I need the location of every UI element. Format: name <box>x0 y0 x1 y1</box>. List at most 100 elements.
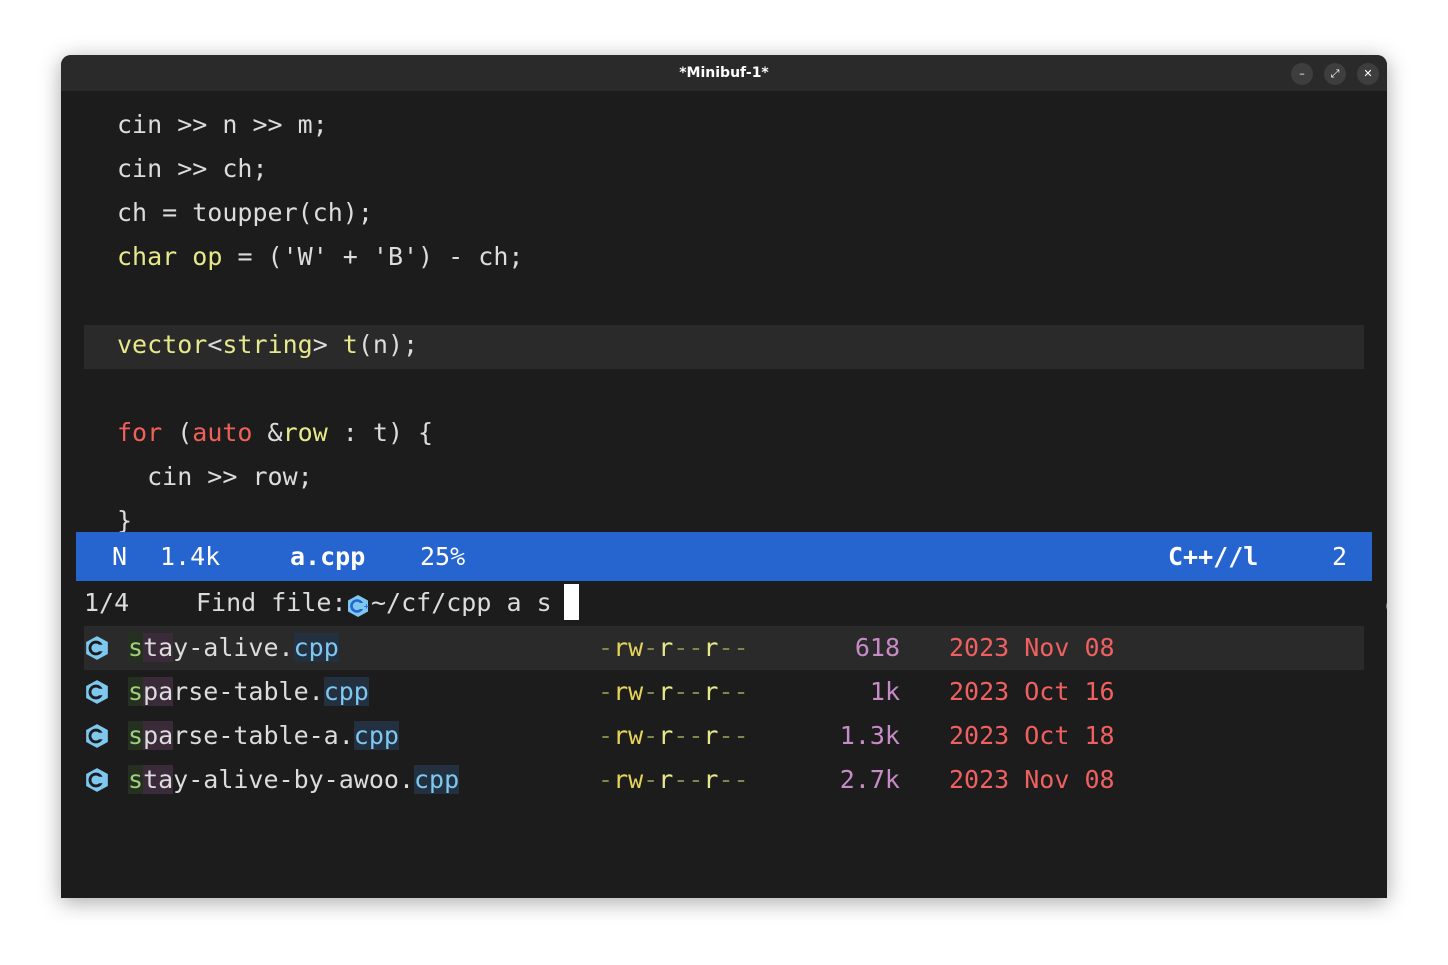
perm-dash: - <box>643 721 659 750</box>
keyword-for: for <box>117 418 163 447</box>
list-item[interactable]: sparse-table.cpp -rw-r--r-- 1k 2023 Oct … <box>84 670 1364 714</box>
code-line: for (auto &row : t) { <box>117 411 433 455</box>
code-line: cin >> ch; <box>117 154 268 183</box>
list-item[interactable]: sparse-table-a.cpp -rw-r--r-- 1.3k 2023 … <box>84 714 1364 758</box>
cplusplus-icon <box>86 768 108 792</box>
perm-r: r <box>703 721 719 750</box>
text-cursor <box>564 584 579 620</box>
match-1: s <box>128 765 144 794</box>
code-line-current: vector<string> t(n); <box>117 323 418 367</box>
file-permissions: -rw-r--r-- <box>598 758 749 802</box>
perm-rw: rw <box>613 677 644 706</box>
prompt-input[interactable]: ~/cf/cpp a s <box>371 581 552 625</box>
perm-rw: rw <box>613 633 644 662</box>
code-line: cin >> row; <box>117 462 313 491</box>
file-ext: cpp <box>293 633 339 662</box>
perm-r: r <box>658 633 674 662</box>
warning-count: 2 <box>1332 542 1348 571</box>
match-2: pa <box>143 677 174 706</box>
code-text: = ('W' + 'B') - ch; <box>222 242 524 271</box>
perm-dash: -- <box>718 721 749 750</box>
perm-dash: - <box>598 633 614 662</box>
code-text: ( <box>162 418 193 447</box>
file-size: 2.7k <box>839 765 900 794</box>
file-name: sparse-table-a.cpp <box>128 714 399 758</box>
buffer-name[interactable]: a.cpp <box>290 532 365 581</box>
file-ext: cpp <box>414 765 460 794</box>
emacs-window: *Minibuf-1* – ⤢ ✕ cin >> n >> m; cin >> … <box>61 55 1387 898</box>
match-2: ta <box>143 633 174 662</box>
keyword-char: char <box>117 242 178 271</box>
file-name: sparse-table.cpp <box>128 670 369 714</box>
file-ext: cpp <box>353 721 399 750</box>
file-date: 2023 Nov 08 <box>949 633 1115 662</box>
perm-r: r <box>703 765 719 794</box>
perm-dash: - <box>598 721 614 750</box>
var-t: t <box>342 330 358 359</box>
file-permissions: -rw-r--r-- <box>598 670 749 714</box>
svg-text:+: + <box>364 603 370 611</box>
perm-dash: - <box>598 677 614 706</box>
code-line: char op = ('W' + 'B') - ch; <box>117 235 523 279</box>
file-date: 2023 Nov 08 <box>949 765 1115 794</box>
file-date: 2023 Oct 18 <box>949 721 1115 750</box>
code-text: < <box>207 330 223 359</box>
code-line: ch = toupper(ch); <box>117 198 373 227</box>
file-stem: y-alive. <box>173 633 294 662</box>
perm-dash: - <box>643 765 659 794</box>
perm-r: r <box>703 633 719 662</box>
close-button[interactable]: ✕ <box>1357 63 1379 85</box>
file-permissions: -rw-r--r-- <box>598 626 749 670</box>
perm-dash: - <box>643 633 659 662</box>
cplusplus-icon <box>86 636 108 660</box>
prompt-label: Find file: <box>196 588 362 617</box>
file-name: stay-alive-by-awoo.cpp <box>128 758 460 802</box>
type-vector: vector <box>117 330 208 359</box>
cplusplus-icon <box>86 680 108 704</box>
file-date: 2023 Oct 16 <box>949 677 1115 706</box>
list-item[interactable]: stay-alive-by-awoo.cpp -rw-r--r-- 2.7k 2… <box>84 758 1364 802</box>
match-2: ta <box>143 765 174 794</box>
perm-dash: -- <box>673 765 704 794</box>
code-text: > <box>312 330 343 359</box>
perm-dash: -- <box>718 633 749 662</box>
maximize-button[interactable]: ⤢ <box>1324 63 1346 85</box>
evil-state: N <box>112 542 128 571</box>
match-1: s <box>128 633 144 662</box>
perm-dash: -- <box>673 633 704 662</box>
perm-dash: -- <box>673 677 704 706</box>
perm-r: r <box>658 721 674 750</box>
list-item-selected[interactable]: stay-alive.cpp -rw-r--r-- 618 2023 Nov 0… <box>84 626 1364 670</box>
perm-rw: rw <box>613 765 644 794</box>
mode-line: N 1.4k + a.cpp 25% C++//l 2 <box>76 532 1387 617</box>
cplusplus-icon <box>86 724 108 748</box>
minimize-button[interactable]: – <box>1291 63 1313 85</box>
var-op: op <box>192 242 223 271</box>
file-size: 1k <box>869 677 900 706</box>
window-title: *Minibuf-1* <box>679 65 769 81</box>
file-size: 618 <box>854 633 900 662</box>
file-stem: rse-table-a. <box>173 721 354 750</box>
type-string: string <box>222 330 313 359</box>
file-stem: y-alive-by-awoo. <box>173 765 414 794</box>
code-line: } <box>117 506 133 533</box>
file-permissions: -rw-r--r-- <box>598 714 749 758</box>
match-1: s <box>128 721 144 750</box>
buffer-position: 25% <box>420 542 466 571</box>
buffer-size: 1.4k <box>160 542 221 571</box>
file-stem: rse-table. <box>173 677 324 706</box>
titlebar: *Minibuf-1* – ⤢ ✕ <box>61 55 1387 91</box>
code-text: & <box>252 418 283 447</box>
keyword-auto: auto <box>192 418 253 447</box>
file-name: stay-alive.cpp <box>128 626 339 670</box>
candidate-count: 1/4 <box>84 588 130 617</box>
perm-dash: - <box>643 677 659 706</box>
perm-r: r <box>703 677 719 706</box>
perm-dash: -- <box>718 765 749 794</box>
perm-dash: - <box>598 765 614 794</box>
major-mode[interactable]: C++//l <box>1168 532 1258 581</box>
code-text: (n); <box>357 330 419 359</box>
perm-dash: -- <box>718 677 749 706</box>
match-1: s <box>128 677 144 706</box>
match-2: pa <box>143 721 174 750</box>
